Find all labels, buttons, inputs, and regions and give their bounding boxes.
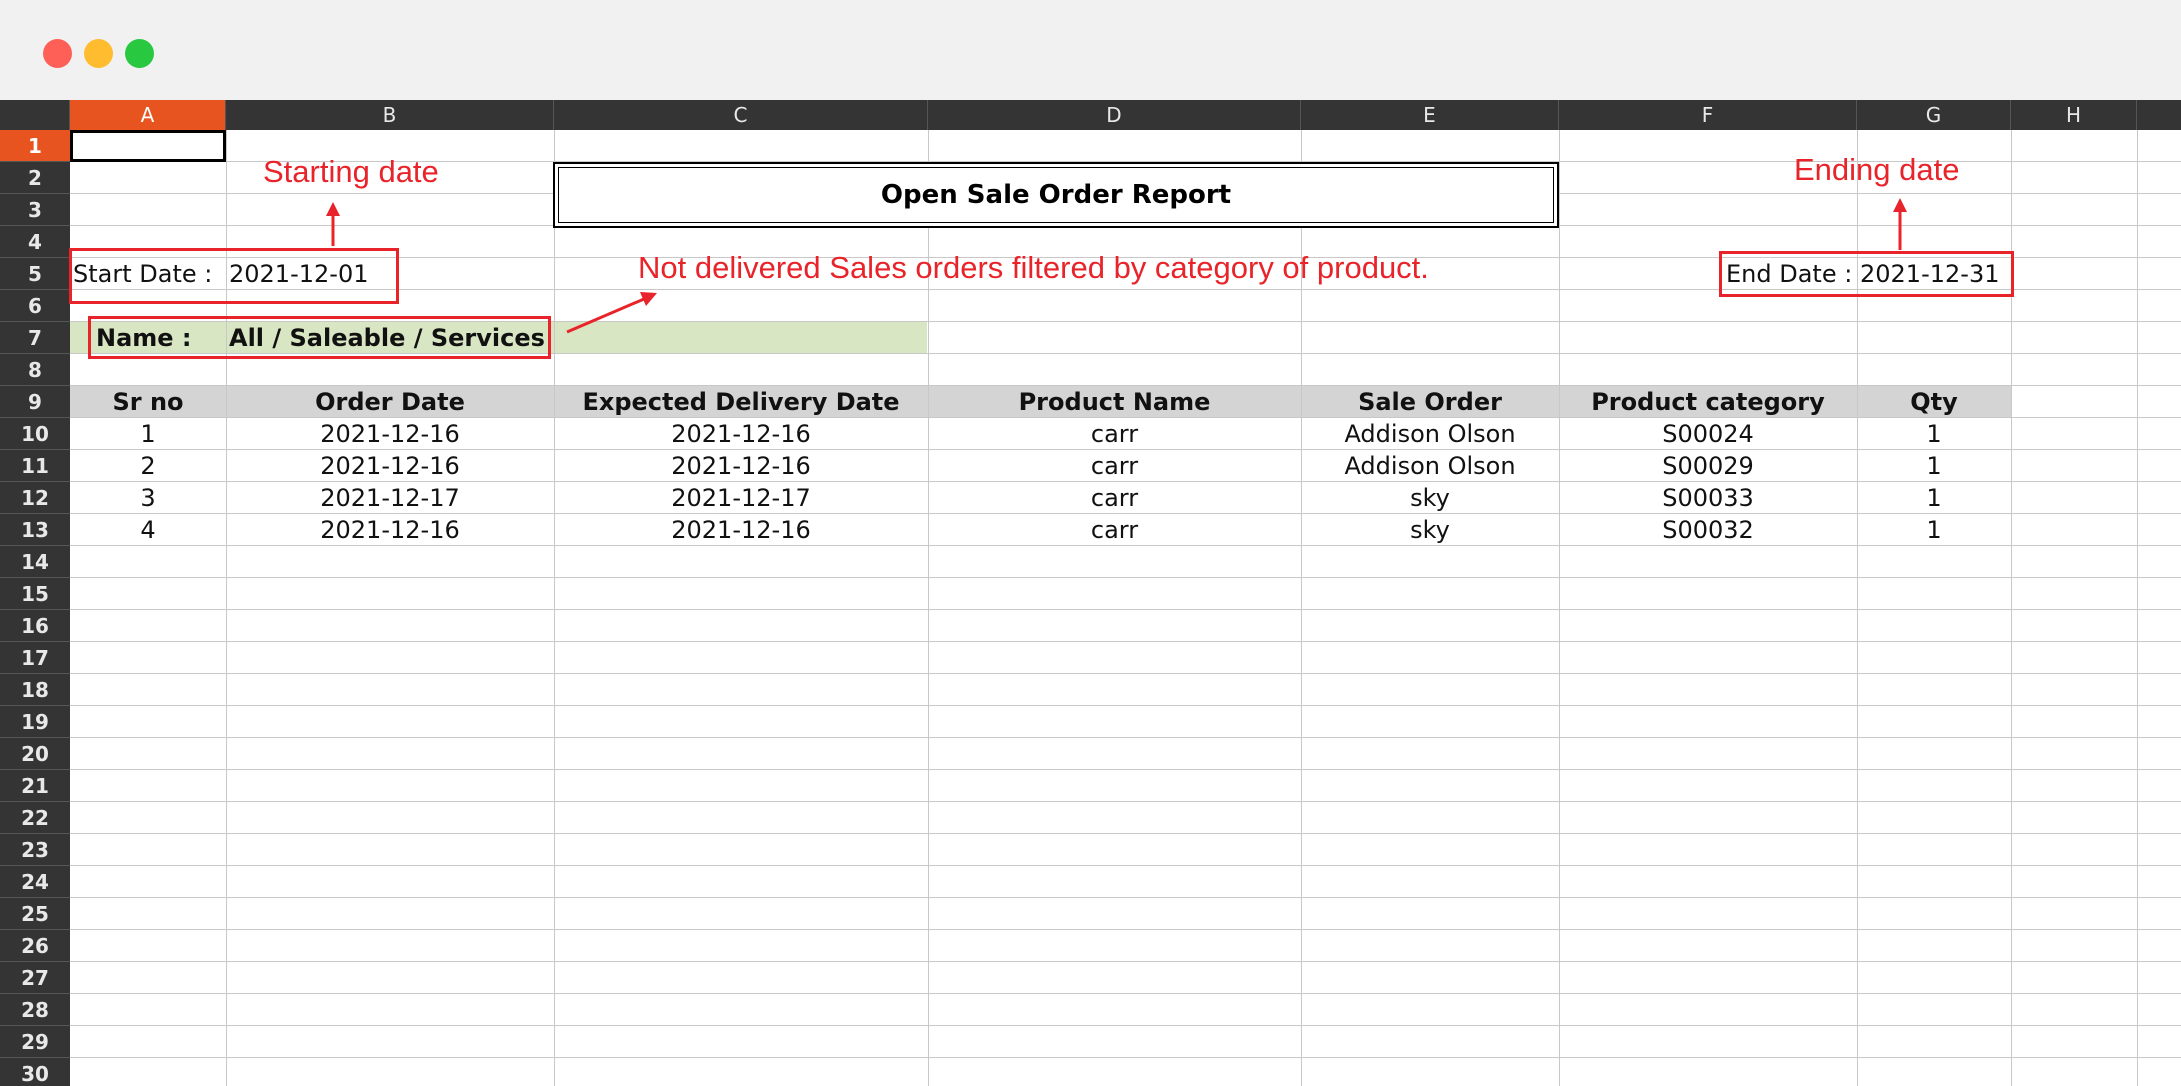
close-window-button[interactable]: [43, 39, 72, 68]
maximize-window-button[interactable]: [125, 39, 154, 68]
minimize-window-button[interactable]: [84, 39, 113, 68]
window-titlebar: [0, 0, 2181, 100]
annotation-arrows: [326, 198, 1907, 334]
spreadsheet-grid[interactable]: A B C D E F G H 1 2 3 4 5 6 7 8 9 10 11 12 13 14 15 16 1…: [0, 100, 2181, 1086]
